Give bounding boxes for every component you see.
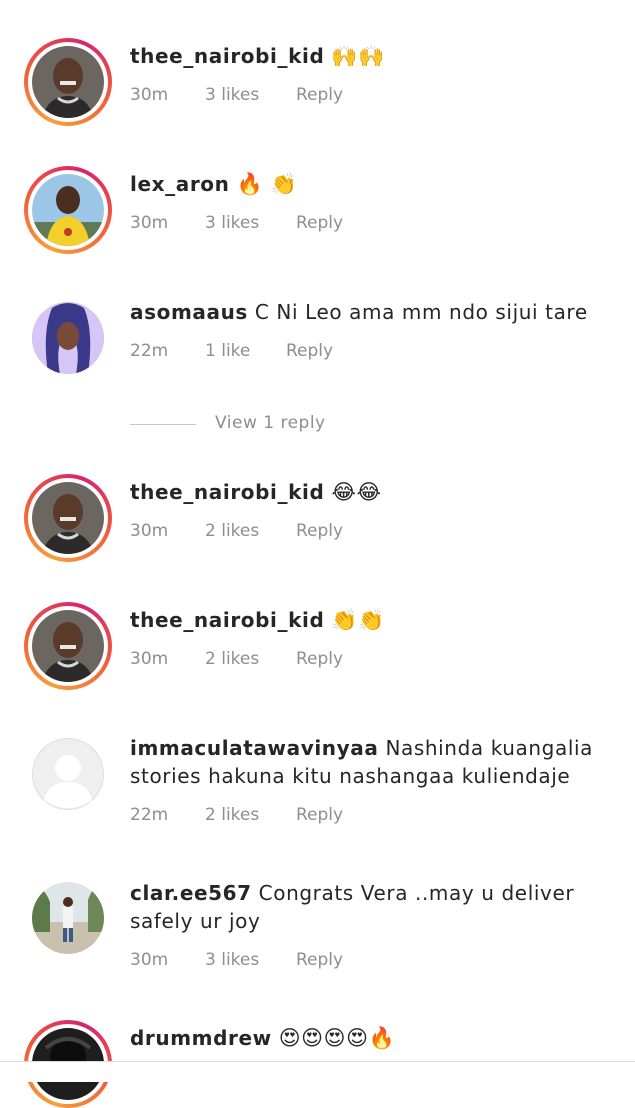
comment-username[interactable]: clar.ee567	[130, 881, 252, 905]
comment-likes[interactable]: 1 like	[205, 341, 250, 361]
avatar[interactable]	[24, 474, 112, 562]
comment-likes[interactable]: 2 likes	[205, 521, 259, 541]
comment-username[interactable]: drummdrew	[130, 1026, 272, 1050]
bottom-bar	[0, 1061, 635, 1082]
reply-button[interactable]: Reply	[296, 213, 343, 233]
comment-likes[interactable]: 2 likes	[205, 805, 259, 825]
comment-text: 👏👏	[331, 608, 385, 632]
comment-time: 30m	[130, 950, 169, 970]
comment-time: 30m	[130, 521, 169, 541]
comment-time: 22m	[130, 341, 169, 361]
comment-text: 🙌🙌	[331, 44, 385, 68]
comment-username[interactable]: immaculatawavinyaa	[130, 736, 378, 760]
comment-likes[interactable]: 2 likes	[205, 649, 259, 669]
comment-text: C Ni Leo ama mm ndo sijui tare	[254, 300, 588, 324]
reply-button[interactable]: Reply	[296, 649, 343, 669]
comment-text: 🔥 👏	[236, 172, 298, 196]
comment-username[interactable]: thee_nairobi_kid	[130, 608, 324, 632]
comment-text: 😂😂	[331, 480, 382, 504]
avatar[interactable]	[32, 738, 104, 810]
view-replies-label[interactable]: View 1 reply	[215, 413, 326, 433]
comment-time: 30m	[130, 649, 169, 669]
avatar[interactable]	[32, 302, 104, 374]
comment-likes[interactable]: 3 likes	[205, 213, 259, 233]
reply-button[interactable]: Reply	[296, 521, 343, 541]
comment-time: 30m	[130, 213, 169, 233]
reply-button[interactable]: Reply	[296, 805, 343, 825]
comment-time: 30m	[130, 85, 169, 105]
comment-time: 22m	[130, 805, 169, 825]
divider	[130, 424, 196, 425]
avatar[interactable]	[24, 166, 112, 254]
comment-likes[interactable]: 3 likes	[205, 85, 259, 105]
avatar[interactable]	[32, 882, 104, 954]
reply-button[interactable]: Reply	[296, 85, 343, 105]
avatar[interactable]	[24, 602, 112, 690]
comment-username[interactable]: thee_nairobi_kid	[130, 480, 324, 504]
comment-username[interactable]: lex_aron	[130, 172, 229, 196]
comment-username[interactable]: asomaaus	[130, 300, 248, 324]
reply-button[interactable]: Reply	[296, 950, 343, 970]
avatar[interactable]	[24, 38, 112, 126]
reply-button[interactable]: Reply	[286, 341, 333, 361]
comment-username[interactable]: thee_nairobi_kid	[130, 44, 324, 68]
comment-likes[interactable]: 3 likes	[205, 950, 259, 970]
comment-text: 😍😍😍😍🔥	[278, 1026, 396, 1050]
